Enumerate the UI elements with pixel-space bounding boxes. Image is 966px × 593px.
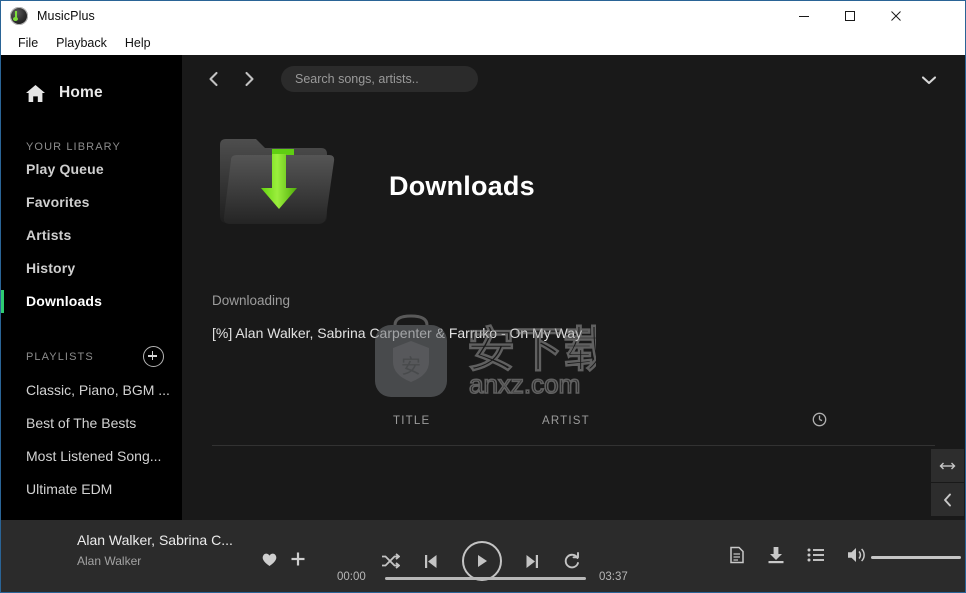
main-content: Downloads Downloading [%] Alan Walker, S… <box>182 55 965 520</box>
track-artist: Alan Walker <box>77 554 142 568</box>
downloads-folder-icon <box>214 127 339 237</box>
minimize-button[interactable] <box>781 1 827 31</box>
content-topbar <box>182 55 965 103</box>
volume-slider[interactable] <box>871 556 961 559</box>
seek-slider[interactable] <box>385 577 586 580</box>
sidebar-item-favorites[interactable]: Favorites <box>1 186 182 219</box>
home-icon <box>25 84 46 103</box>
title-bar: MusicPlus <box>1 1 965 31</box>
playlists-list: Classic, Piano, BGM ... Best of The Best… <box>1 374 182 506</box>
heart-icon[interactable] <box>261 552 278 572</box>
library-heading: YOUR LIBRARY <box>26 141 121 153</box>
list-item[interactable]: Classic, Piano, BGM ... <box>1 374 182 407</box>
page-title: Downloads <box>389 171 535 201</box>
downloads-table-header: TITLE ARTIST <box>212 405 935 446</box>
app-window: MusicPlus File Playback Help Home YOUR L… <box>0 0 966 593</box>
download-icon[interactable] <box>767 546 785 564</box>
sidebar: Home YOUR LIBRARY Play Queue Favorites A… <box>1 55 182 520</box>
skip-previous-icon[interactable] <box>423 553 438 570</box>
menu-bar: File Playback Help <box>1 31 965 55</box>
search-input[interactable] <box>281 66 478 92</box>
now-playing-info: Alan Walker, Sabrina C... Alan Walker <box>77 532 249 568</box>
hero-section: Downloads <box>182 103 965 303</box>
sidebar-item-downloads[interactable]: Downloads <box>1 285 182 318</box>
chevron-left-icon[interactable] <box>931 483 964 517</box>
document-icon[interactable] <box>729 546 745 564</box>
sidebar-item-home-label: Home <box>59 84 103 101</box>
clock-icon <box>812 412 827 430</box>
time-total: 03:37 <box>599 571 628 583</box>
menu-playback[interactable]: Playback <box>47 34 116 52</box>
shuffle-icon[interactable] <box>381 553 400 569</box>
sidebar-item-home[interactable]: Home <box>1 78 182 108</box>
download-status-label: Downloading <box>212 293 291 308</box>
speaker-icon[interactable] <box>847 546 869 564</box>
repeat-icon[interactable] <box>563 552 581 570</box>
playlists-heading: PLAYLISTS <box>26 350 94 363</box>
sidebar-item-history[interactable]: History <box>1 252 182 285</box>
plus-circle-icon[interactable] <box>143 346 164 367</box>
menu-file[interactable]: File <box>9 34 47 52</box>
column-header-artist: ARTIST <box>542 415 590 427</box>
chevron-down-icon[interactable] <box>917 68 941 92</box>
library-nav: Play Queue Favorites Artists History Dow… <box>1 153 182 318</box>
music-note-icon <box>10 7 28 25</box>
chevron-left-icon[interactable] <box>200 65 228 93</box>
sidebar-item-artists[interactable]: Artists <box>1 219 182 252</box>
plus-icon[interactable] <box>290 551 306 572</box>
dock-buttons <box>931 449 964 517</box>
time-current: 00:00 <box>337 571 366 583</box>
list-item[interactable]: Ultimate EDM <box>1 473 182 506</box>
chevron-right-icon[interactable] <box>235 65 263 93</box>
sidebar-item-play-queue[interactable]: Play Queue <box>1 153 182 186</box>
body-area: Home YOUR LIBRARY Play Queue Favorites A… <box>1 55 965 592</box>
close-button[interactable] <box>873 1 919 31</box>
app-title: MusicPlus <box>37 9 95 23</box>
player-right-controls <box>729 546 891 564</box>
playlists-header: PLAYLISTS <box>1 346 182 367</box>
menu-help[interactable]: Help <box>116 34 160 52</box>
column-header-title: TITLE <box>393 415 431 427</box>
list-icon[interactable] <box>807 547 825 563</box>
list-item[interactable]: Best of The Bests <box>1 407 182 440</box>
skip-next-icon[interactable] <box>525 553 540 570</box>
list-item[interactable]: Most Listened Song... <box>1 440 182 473</box>
download-item-label: [%] Alan Walker, Sabrina Carpenter & Far… <box>212 325 583 341</box>
seek-area: 00:00 03:37 <box>331 571 641 585</box>
maximize-button[interactable] <box>827 1 873 31</box>
track-title: Alan Walker, Sabrina C... <box>77 532 233 548</box>
resize-horizontal-icon[interactable] <box>931 449 964 483</box>
